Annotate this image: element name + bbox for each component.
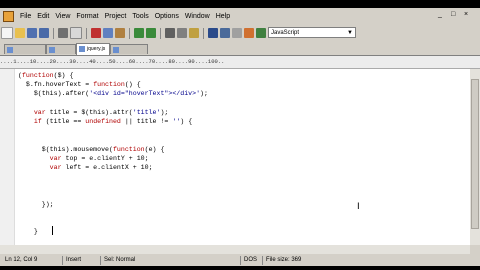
status-encoding: DOS xyxy=(240,256,257,265)
menu-options[interactable]: Options xyxy=(152,13,182,20)
paste-icon[interactable] xyxy=(115,28,125,38)
toolbar-separator xyxy=(203,27,204,39)
code-line: $(this).mousemove(function(e) { xyxy=(18,145,165,153)
tab-file-4[interactable] xyxy=(110,44,148,54)
find-icon[interactable] xyxy=(165,28,175,38)
code-line: ​ xyxy=(18,99,208,108)
code-line: ​ xyxy=(18,126,208,135)
file-icon xyxy=(79,46,85,52)
status-filesize: File size: 369 xyxy=(262,256,301,265)
code-line: $(this).after('<div id="hoverText"></div… xyxy=(18,90,208,98)
code-line: var top = e.clientY + 10; xyxy=(49,154,149,162)
new-file-icon[interactable] xyxy=(1,27,13,39)
tab-file-1[interactable] xyxy=(4,44,46,54)
gutter xyxy=(0,69,15,245)
menu-file[interactable]: File xyxy=(17,13,34,20)
print-preview-icon[interactable] xyxy=(70,27,82,39)
code-line: }); xyxy=(18,200,54,208)
menu-edit[interactable]: Edit xyxy=(34,13,52,20)
ruler: ....1....10....20....30....40....50....6… xyxy=(0,56,480,69)
open-folder-icon[interactable] xyxy=(15,28,25,38)
code-text: (function($) { $.fn.hoverText = function… xyxy=(18,71,208,264)
code-line: ​ xyxy=(18,191,208,200)
menu-tools[interactable]: Tools xyxy=(129,13,151,20)
code-line: var left = e.clientX + 10; xyxy=(49,164,153,172)
toolbar-separator xyxy=(53,27,54,39)
replace-icon[interactable] xyxy=(177,28,187,38)
file-icon xyxy=(49,47,55,53)
run-icon[interactable] xyxy=(244,28,254,38)
code-line: ​ xyxy=(18,172,208,181)
code-line: var title = $(this).attr('title'); xyxy=(33,108,169,116)
goto-icon[interactable] xyxy=(189,28,199,38)
code-line: ​ xyxy=(18,181,208,190)
horizontal-scrollbar[interactable] xyxy=(0,245,470,254)
minimize-button[interactable]: _ xyxy=(438,11,442,18)
menu-bar: File Edit View Format Project Tools Opti… xyxy=(0,8,480,24)
code-line: if (title == undefined || title != '') { xyxy=(33,118,193,126)
wrap-icon[interactable] xyxy=(232,28,242,38)
text-caret xyxy=(52,226,53,235)
vertical-scrollbar[interactable] xyxy=(470,69,480,245)
toolbar-separator xyxy=(129,27,130,39)
copy-icon[interactable] xyxy=(103,28,113,38)
chevron-down-icon: ▼ xyxy=(347,30,353,36)
code-line: ​ xyxy=(18,218,208,227)
toolbar-separator xyxy=(160,27,161,39)
menu-window[interactable]: Window xyxy=(182,13,213,20)
save-all-icon[interactable] xyxy=(39,28,49,38)
menu-view[interactable]: View xyxy=(52,13,73,20)
redo-icon[interactable] xyxy=(146,28,156,38)
file-icon xyxy=(7,47,13,53)
code-line: ​ xyxy=(18,135,208,144)
app-icon xyxy=(3,10,14,22)
cut-icon[interactable] xyxy=(91,28,101,38)
status-selection: Sel: Normal xyxy=(100,256,135,265)
undo-icon[interactable] xyxy=(134,28,144,38)
toolbar xyxy=(0,25,480,41)
print-icon[interactable] xyxy=(58,28,68,38)
status-bar: Ln 12, Col 9 Insert Sel: Normal DOS File… xyxy=(0,255,480,266)
status-mode: Insert xyxy=(62,256,81,265)
ibeam-cursor-icon: I xyxy=(357,202,360,212)
code-editor[interactable]: (function($) { $.fn.hoverText = function… xyxy=(0,69,470,263)
code-line: } xyxy=(18,228,38,236)
tab-bar: jquery.js xyxy=(0,42,480,56)
language-select-value: JavaScript xyxy=(271,30,300,36)
code-line: $.fn.hoverText = function() { xyxy=(18,81,141,89)
maximize-button[interactable]: □ xyxy=(451,11,455,18)
code-line: ​ xyxy=(18,209,208,218)
close-button[interactable]: × xyxy=(464,11,468,18)
save-icon[interactable] xyxy=(27,28,37,38)
spell-check-icon[interactable] xyxy=(256,28,266,38)
bold-icon[interactable] xyxy=(208,28,218,38)
language-select[interactable]: JavaScript ▼ xyxy=(268,27,356,38)
file-icon xyxy=(113,47,119,53)
code-line: (function($) { xyxy=(18,72,74,79)
menu-project[interactable]: Project xyxy=(102,13,130,20)
menu-format[interactable]: Format xyxy=(73,13,101,20)
tab-file-2[interactable] xyxy=(46,44,76,54)
scrollbar-thumb[interactable] xyxy=(471,79,479,229)
indent-icon[interactable] xyxy=(220,28,230,38)
tab-jquery-js[interactable]: jquery.js xyxy=(76,43,110,55)
menu-help[interactable]: Help xyxy=(213,13,233,20)
status-position: Ln 12, Col 9 xyxy=(5,257,38,263)
toolbar-separator xyxy=(86,27,87,39)
